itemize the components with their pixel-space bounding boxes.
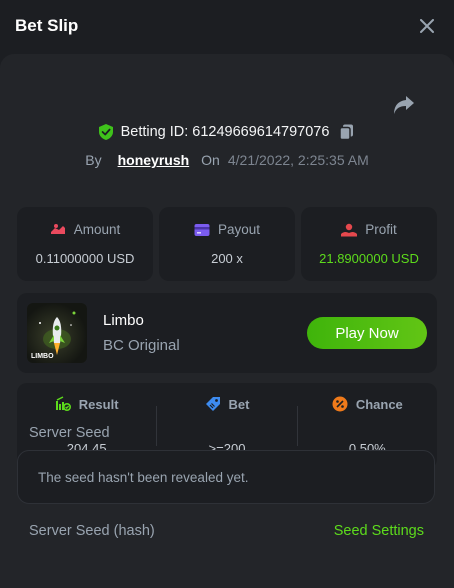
- server-seed-field[interactable]: The seed hasn't been revealed yet.: [17, 450, 435, 504]
- server-seed-hash-row: Server Seed (hash) Seed Settings: [29, 523, 424, 539]
- result-icon: [55, 396, 71, 411]
- amount-label: Amount: [73, 222, 121, 237]
- game-thumbnail[interactable]: LIMBO: [27, 303, 87, 363]
- payout-label: Payout: [217, 222, 261, 237]
- bet-author-row: By honeyrush On 4/21/2022, 2:25:35 AM: [0, 152, 454, 168]
- bet-stats: Amount 0.11000000 USD Payout 200 x Profi…: [17, 207, 437, 281]
- profit-card: Profit 21.8900000 USD: [301, 207, 437, 281]
- username-link[interactable]: honeyrush: [118, 152, 190, 168]
- share-button[interactable]: [392, 94, 416, 116]
- amount-value: 0.11000000 USD: [35, 251, 135, 266]
- chance-label: Chance: [355, 396, 403, 412]
- bet-date: 4/21/2022, 2:25:35 AM: [227, 152, 369, 168]
- bet-label: Bet: [228, 396, 250, 412]
- by-label: By: [85, 152, 102, 168]
- amount-card: Amount 0.11000000 USD: [17, 207, 153, 281]
- page-title: Bet Slip: [15, 16, 79, 35]
- payout-card: Payout 200 x: [159, 207, 295, 281]
- result-label: Result: [78, 396, 119, 412]
- chance-icon: [332, 396, 348, 412]
- server-seed-label: Server Seed: [29, 425, 110, 441]
- betting-id-value: 61249669614797076: [192, 124, 330, 140]
- game-provider: BC Original: [103, 337, 180, 354]
- game-card: LIMBO Limbo BC Original Play Now: [17, 293, 437, 373]
- on-label: On: [201, 152, 220, 168]
- bet-details-panel: Betting ID: 61249669614797076 By honeyru…: [0, 54, 454, 588]
- bet-tag-icon: [205, 397, 220, 411]
- payout-icon: [194, 223, 210, 236]
- chance-column: Chance 0.50%: [298, 396, 437, 456]
- betting-id-row: Betting ID: 61249669614797076: [0, 124, 454, 140]
- share-icon: [394, 96, 414, 114]
- amount-icon: [50, 223, 65, 234]
- seed-settings-link[interactable]: Seed Settings: [334, 523, 424, 539]
- server-seed-hash-label: Server Seed (hash): [29, 523, 155, 539]
- payout-value: 200 x: [211, 251, 243, 266]
- bet-slip-header: Bet Slip: [0, 0, 454, 52]
- shield-check-icon: [98, 124, 113, 140]
- game-name: Limbo: [103, 312, 144, 329]
- close-icon: [420, 19, 434, 33]
- betting-id-label: Betting ID:: [120, 124, 189, 140]
- thumbnail-text: LIMBO: [31, 353, 54, 360]
- copy-icon[interactable]: [339, 124, 355, 140]
- profit-icon: [341, 223, 358, 236]
- bet-column: Bet >=200: [157, 397, 298, 456]
- profit-value: 21.8900000 USD: [319, 251, 419, 266]
- profit-label: Profit: [365, 222, 397, 237]
- play-now-button[interactable]: Play Now: [307, 317, 427, 349]
- close-button[interactable]: [416, 15, 438, 37]
